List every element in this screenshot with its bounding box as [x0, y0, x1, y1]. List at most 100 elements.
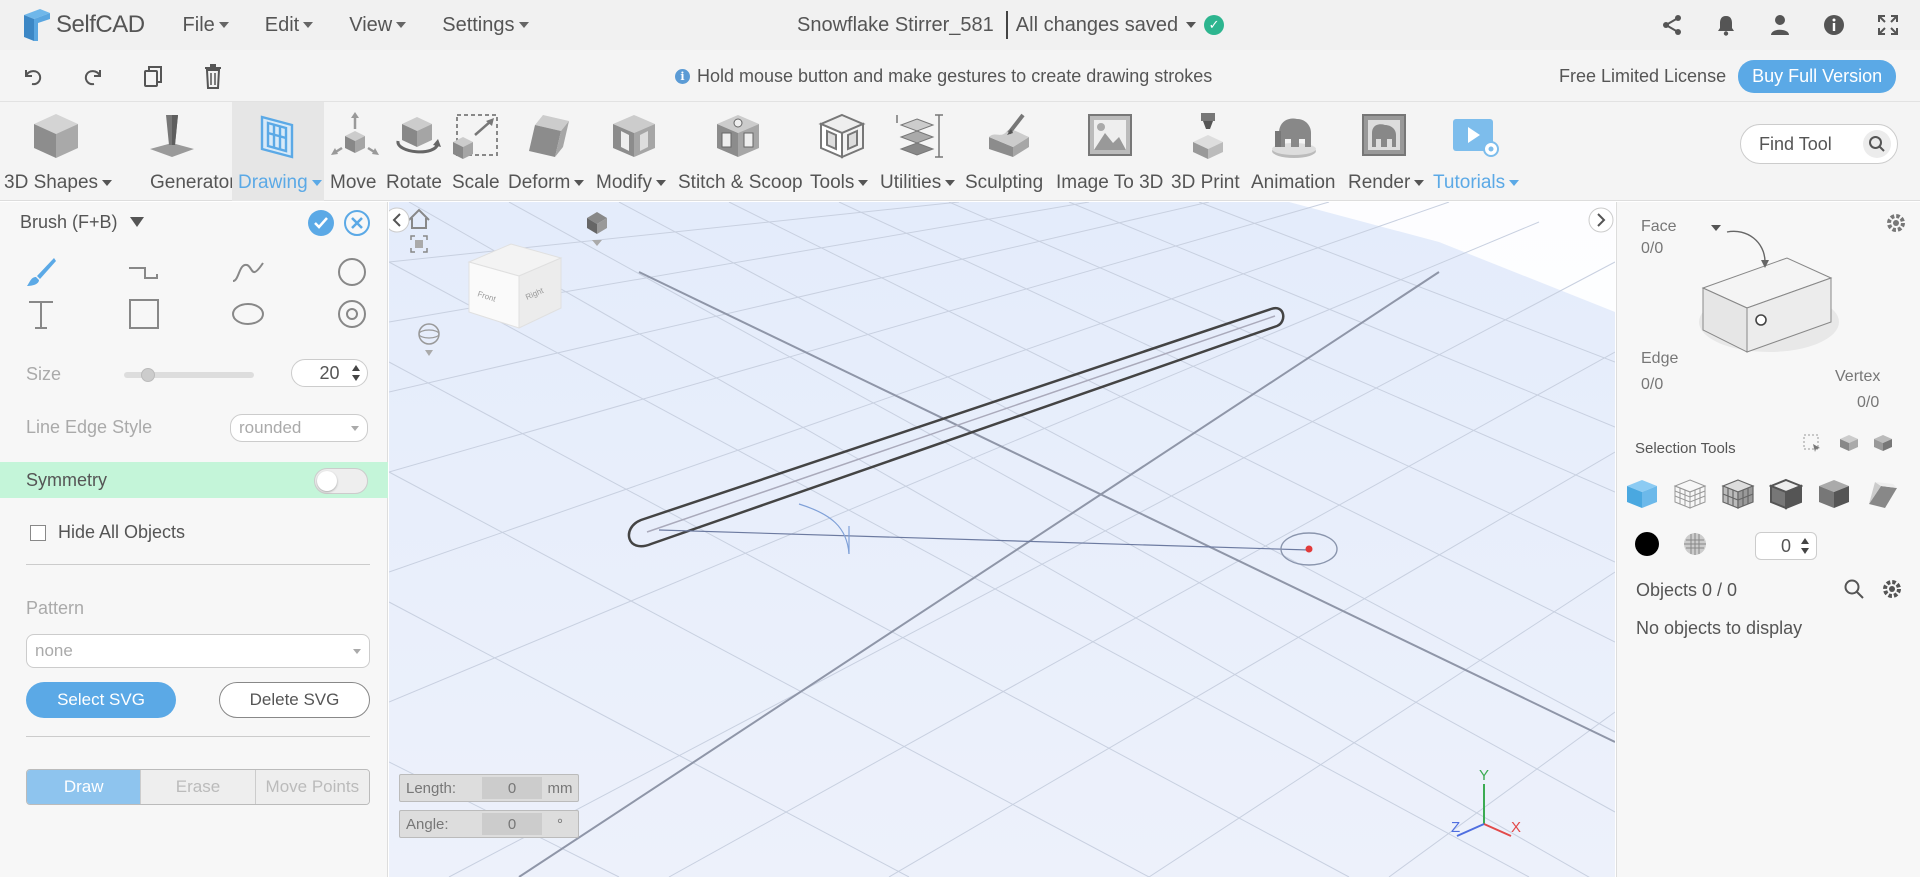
find-tool-search[interactable]: Find Tool [1740, 124, 1898, 164]
user-account-icon[interactable] [1768, 13, 1792, 37]
text-icon [29, 301, 53, 329]
app-logo[interactable]: SelfCAD [20, 0, 145, 50]
hide-all-objects-checkbox[interactable] [30, 524, 46, 541]
tool-modify[interactable]: Modify [596, 102, 670, 201]
curve-tool[interactable] [228, 254, 268, 290]
tool-render[interactable]: Render [1342, 102, 1426, 201]
ring-tool[interactable] [332, 296, 372, 332]
circle-tool[interactable] [332, 254, 372, 290]
search-objects-icon[interactable] [1843, 578, 1865, 605]
tool-deform[interactable]: Deform [504, 102, 596, 201]
delete-svg-button[interactable]: Delete SVG [219, 682, 370, 718]
mode-move-points-button[interactable]: Move Points [255, 770, 369, 804]
polyline-tool[interactable] [124, 254, 164, 290]
top-bar: SelfCAD File Edit View Settings Snowflak… [0, 0, 1920, 50]
buy-full-version-button[interactable]: Buy Full Version [1738, 59, 1897, 93]
tutorials-icon [1448, 110, 1500, 162]
tool-move[interactable]: Move [324, 102, 386, 201]
license-text: Free Limited License [1559, 65, 1727, 86]
tool-stitch-scoop[interactable]: Stitch & Scoop [670, 102, 806, 201]
angle-value[interactable]: 0 [482, 813, 542, 835]
menu-file[interactable]: File [183, 14, 229, 37]
confirm-check-button[interactable] [308, 210, 334, 236]
axis-y-label: Y [1479, 767, 1489, 784]
menu-view[interactable]: View [349, 14, 407, 37]
selection-mode-cube[interactable] [1687, 212, 1847, 362]
select-faces-icon[interactable] [1721, 478, 1755, 515]
select-plane-icon[interactable] [1865, 478, 1899, 515]
axis-z-label: Z [1451, 819, 1460, 836]
animation-icon [1268, 110, 1320, 162]
brush-stroke-tool[interactable] [21, 254, 61, 290]
tool-generators[interactable]: Generators [110, 102, 260, 201]
undo-icon[interactable] [20, 63, 46, 89]
notification-bell-icon[interactable] [1714, 13, 1738, 37]
select-mesh-icon[interactable] [1673, 478, 1707, 515]
tool-image-to-3d[interactable]: Image To 3D [1054, 102, 1168, 201]
cube-select-icon[interactable] [1839, 434, 1859, 457]
tool-label: Move [330, 172, 377, 193]
menu-edit-label: Edit [264, 13, 300, 36]
info-icon[interactable] [1822, 13, 1846, 37]
tool-scale[interactable]: Scale [448, 102, 504, 201]
length-value[interactable]: 0 [482, 777, 542, 799]
line-edge-style-select[interactable]: rounded [230, 414, 368, 442]
saved-check-icon: ✓ [1204, 15, 1225, 35]
angle-readout: Angle: 0 ° [399, 810, 579, 838]
spinner-arrows-icon[interactable] [1800, 537, 1810, 555]
axis-x-label: X [1511, 819, 1521, 836]
material-sphere-icon[interactable] [1683, 532, 1707, 561]
select-solid-icon[interactable] [1817, 478, 1851, 515]
tool-rotate[interactable]: Rotate [386, 102, 448, 201]
collapse-left-panel-button[interactable] [389, 207, 410, 233]
objects-settings-gear-icon[interactable] [1881, 578, 1903, 605]
hide-all-objects-row[interactable]: Hide All Objects [30, 522, 185, 543]
collapse-right-panel-button[interactable] [1588, 207, 1614, 233]
tool-sculpting[interactable]: Sculpting [964, 102, 1054, 201]
color-black-swatch[interactable] [1635, 532, 1659, 556]
tool-utilities[interactable]: Utilities [878, 102, 964, 201]
select-object-icon[interactable] [1625, 478, 1659, 515]
symmetry-toggle[interactable] [314, 468, 368, 494]
menu-settings[interactable]: Settings [442, 14, 529, 37]
close-panel-button[interactable] [344, 210, 370, 236]
tool-3d-print[interactable]: 3D Print [1168, 102, 1248, 201]
redo-icon[interactable] [80, 63, 106, 89]
tool-tools[interactable]: Tools [806, 102, 878, 201]
selection-number-input[interactable]: 0 [1755, 532, 1817, 560]
tool-animation[interactable]: Animation [1248, 102, 1342, 201]
copy-icon[interactable] [140, 63, 166, 89]
share-icon[interactable] [1660, 13, 1684, 37]
tool-label: Tutorials [1433, 172, 1520, 194]
rectangle-tool[interactable] [124, 296, 164, 332]
lasso-select-icon[interactable] [1803, 434, 1821, 457]
tool-label: 3D Print [1171, 172, 1240, 193]
spinner-arrows-icon[interactable] [351, 364, 361, 382]
solid-select-icon[interactable] [1873, 434, 1893, 457]
size-slider[interactable] [124, 368, 254, 382]
pattern-select[interactable]: none [26, 634, 370, 668]
search-icon[interactable] [1863, 130, 1891, 158]
move-icon [329, 110, 381, 162]
mode-erase-button[interactable]: Erase [141, 770, 256, 804]
tool-tutorials[interactable]: Tutorials [1426, 102, 1522, 201]
chevron-down-icon[interactable] [1186, 22, 1197, 28]
save-status[interactable]: All changes saved [1016, 14, 1178, 37]
select-svg-button[interactable]: Select SVG [26, 682, 176, 718]
fullscreen-icon[interactable] [1876, 13, 1900, 37]
mode-draw-button[interactable]: Draw [27, 770, 142, 804]
selection-settings-gear-icon[interactable] [1885, 212, 1909, 236]
delete-trash-icon[interactable] [200, 63, 226, 89]
document-title[interactable]: Snowflake Stirrer_581 [797, 14, 994, 37]
select-edges-icon[interactable] [1768, 478, 1804, 515]
text-tool[interactable] [21, 296, 61, 332]
tool-drawing[interactable]: Drawing [232, 102, 324, 201]
size-input[interactable]: 20 [291, 359, 368, 387]
3d-viewport[interactable]: Front Right Y X Z Length: 0 mm Angle: 0 … [389, 202, 1615, 877]
size-slider-thumb[interactable] [141, 368, 156, 382]
ellipse-tool[interactable] [228, 296, 268, 332]
tool-3d-shapes[interactable]: 3D Shapes [0, 102, 113, 201]
dropdown-triangle-icon[interactable] [129, 217, 144, 227]
length-label: Length: [406, 779, 457, 797]
menu-edit[interactable]: Edit [264, 13, 314, 37]
